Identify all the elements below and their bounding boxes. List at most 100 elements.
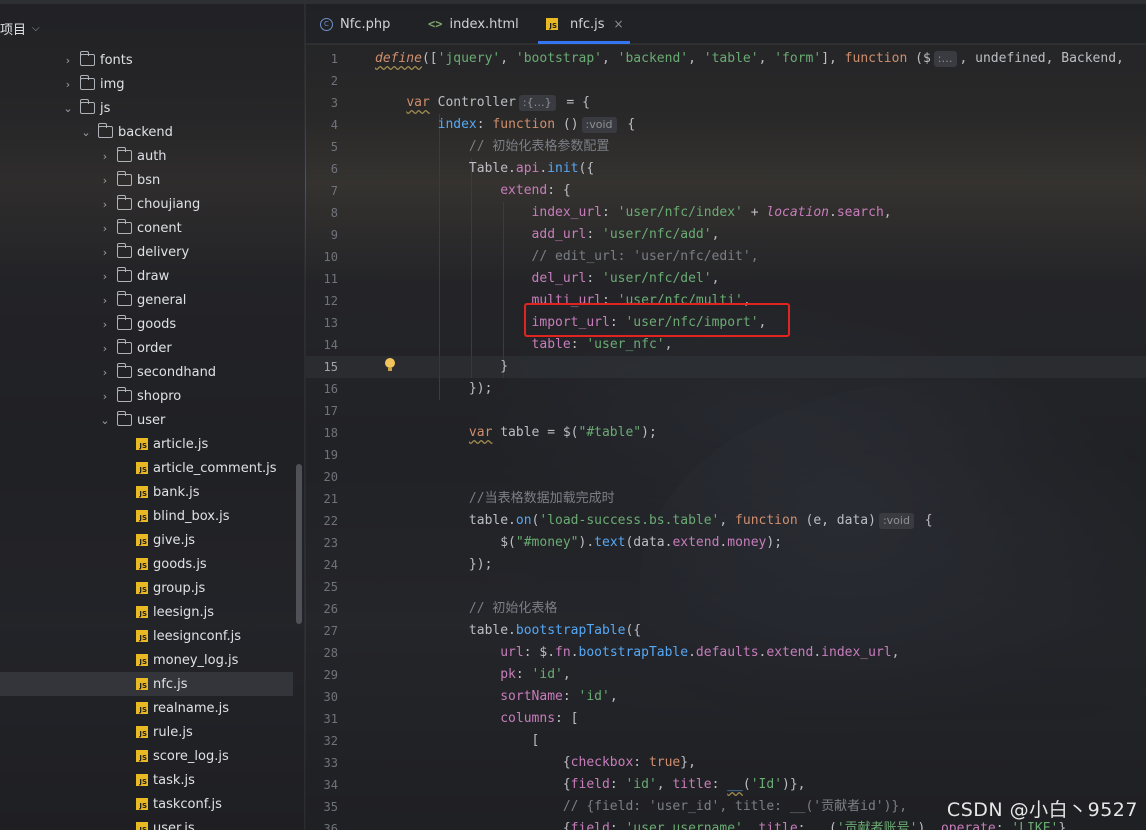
line-number[interactable]: 6 — [306, 158, 338, 180]
line-number[interactable]: 5 — [306, 136, 338, 158]
line-number[interactable]: 16 — [306, 378, 338, 400]
chevron-right-icon[interactable]: › — [60, 54, 76, 67]
code-text[interactable]: // edit_url: 'user/nfc/edit', — [375, 246, 759, 268]
project-header[interactable]: 项目 ⌵ — [0, 18, 40, 38]
line-number[interactable]: 7 — [306, 180, 338, 202]
line-number[interactable]: 11 — [306, 268, 338, 290]
chevron-right-icon[interactable]: › — [97, 270, 113, 283]
code-text[interactable]: Table.api.init({ — [375, 158, 594, 180]
tree-file[interactable]: JS give.js — [136, 528, 195, 552]
code-line[interactable]: 18 var table = $("#table"); — [306, 422, 1146, 444]
code-line[interactable]: 27 table.bootstrapTable({ — [306, 620, 1146, 642]
line-number[interactable]: 28 — [306, 642, 338, 664]
code-text[interactable]: var table = $("#table"); — [375, 422, 657, 444]
tree-file[interactable]: JS bank.js — [136, 480, 200, 504]
code-text[interactable]: columns: [ — [375, 708, 578, 730]
code-line[interactable]: 22 table.on('load-success.bs.table', fun… — [306, 510, 1146, 532]
chevron-down-icon[interactable]: ⌄ — [97, 414, 113, 427]
tree-folder[interactable]: › auth — [97, 144, 167, 168]
code-text[interactable]: //当表格数据加载完成时 — [375, 488, 615, 510]
tree-folder[interactable]: ⌄ js — [60, 96, 110, 120]
tree-folder[interactable]: › delivery — [97, 240, 189, 264]
code-line[interactable]: 9 add_url: 'user/nfc/add', — [306, 224, 1146, 246]
tree-file[interactable]: JS article.js — [136, 432, 208, 456]
tree-folder[interactable]: › choujiang — [97, 192, 200, 216]
line-number[interactable]: 17 — [306, 400, 338, 422]
code-text[interactable]: pk: 'id', — [375, 664, 570, 686]
line-number[interactable]: 23 — [306, 532, 338, 554]
tree-file[interactable]: JS leesignconf.js — [136, 624, 241, 648]
tree-file[interactable]: JS task.js — [136, 768, 195, 792]
chevron-right-icon[interactable]: › — [97, 294, 113, 307]
code-text[interactable]: }); — [375, 378, 493, 400]
line-number[interactable]: 8 — [306, 202, 338, 224]
chevron-right-icon[interactable]: › — [97, 390, 113, 403]
code-text[interactable]: var Controller:{…} = { — [375, 92, 590, 114]
tree-folder[interactable]: › secondhand — [97, 360, 216, 384]
code-line[interactable]: 4 index: function ():void { — [306, 114, 1146, 136]
chevron-right-icon[interactable]: › — [97, 246, 113, 259]
code-line[interactable]: 6 Table.api.init({ — [306, 158, 1146, 180]
tree-file[interactable]: JS group.js — [136, 576, 205, 600]
tree-folder[interactable]: ⌄ user — [97, 408, 165, 432]
code-line[interactable]: 11 del_url: 'user/nfc/del', — [306, 268, 1146, 290]
tree-folder[interactable]: › conent — [97, 216, 182, 240]
chevron-right-icon[interactable]: › — [97, 222, 113, 235]
line-number[interactable]: 3 — [306, 92, 338, 114]
sidebar-scrollbar[interactable] — [296, 464, 302, 624]
line-number[interactable]: 1 — [306, 48, 338, 70]
code-line[interactable]: 2 — [306, 70, 1146, 92]
code-text[interactable]: {field: 'id', title: __('Id')}, — [375, 774, 806, 796]
line-number[interactable]: 29 — [306, 664, 338, 686]
code-text[interactable]: [ — [375, 730, 540, 752]
code-line[interactable]: 24 }); — [306, 554, 1146, 576]
code-line[interactable]: 19 — [306, 444, 1146, 466]
line-number[interactable]: 26 — [306, 598, 338, 620]
code-text[interactable]: // 初始化表格 — [375, 598, 557, 620]
code-text[interactable]: define(['jquery', 'bootstrap', 'backend'… — [375, 48, 1124, 70]
code-line[interactable]: 7 extend: { — [306, 180, 1146, 202]
line-number[interactable]: 24 — [306, 554, 338, 576]
tree-folder[interactable]: ⌄ backend — [78, 120, 173, 144]
line-number[interactable]: 36 — [306, 818, 338, 830]
chevron-down-icon[interactable]: ⌄ — [60, 102, 76, 115]
code-line[interactable]: 20 — [306, 466, 1146, 488]
line-number[interactable]: 27 — [306, 620, 338, 642]
tree-file[interactable]: JS score_log.js — [136, 744, 229, 768]
code-line[interactable]: 33 {checkbox: true}, — [306, 752, 1146, 774]
code-line[interactable]: 25 — [306, 576, 1146, 598]
line-number[interactable]: 14 — [306, 334, 338, 356]
tree-folder[interactable]: › order — [97, 336, 172, 360]
tree-file[interactable]: JS nfc.js — [0, 672, 293, 696]
line-number[interactable]: 35 — [306, 796, 338, 818]
code-line[interactable]: 8 index_url: 'user/nfc/index' + location… — [306, 202, 1146, 224]
line-number[interactable]: 2 — [306, 70, 338, 92]
chevron-right-icon[interactable]: › — [97, 174, 113, 187]
line-number[interactable]: 9 — [306, 224, 338, 246]
line-number[interactable]: 10 — [306, 246, 338, 268]
code-text[interactable]: }); — [375, 554, 493, 576]
code-text[interactable]: url: $.fn.bootstrapTable.defaults.extend… — [375, 642, 899, 664]
code-line[interactable]: 26 // 初始化表格 — [306, 598, 1146, 620]
tree-file[interactable]: JS money_log.js — [136, 648, 238, 672]
tree-folder[interactable]: › draw — [97, 264, 169, 288]
line-number[interactable]: 13 — [306, 312, 338, 334]
tree-file[interactable]: JS rule.js — [136, 720, 193, 744]
line-number[interactable]: 12 — [306, 290, 338, 312]
line-number[interactable]: 34 — [306, 774, 338, 796]
tree-folder[interactable]: › fonts — [60, 48, 133, 72]
tab-index-html[interactable]: <> index.html — [428, 4, 519, 44]
chevron-right-icon[interactable]: › — [97, 366, 113, 379]
tree-file[interactable]: JS taskconf.js — [136, 792, 222, 816]
tree-folder[interactable]: › general — [97, 288, 186, 312]
line-number[interactable]: 25 — [306, 576, 338, 598]
line-number[interactable]: 15 — [306, 356, 338, 378]
tree-folder[interactable]: › bsn — [97, 168, 160, 192]
line-number[interactable]: 31 — [306, 708, 338, 730]
code-line[interactable]: 30 sortName: 'id', — [306, 686, 1146, 708]
code-line[interactable]: 1 define(['jquery', 'bootstrap', 'backend… — [306, 48, 1146, 70]
code-line[interactable]: 14 table: 'user_nfc', — [306, 334, 1146, 356]
line-number[interactable]: 30 — [306, 686, 338, 708]
code-line[interactable]: 16 }); — [306, 378, 1146, 400]
line-number[interactable]: 18 — [306, 422, 338, 444]
